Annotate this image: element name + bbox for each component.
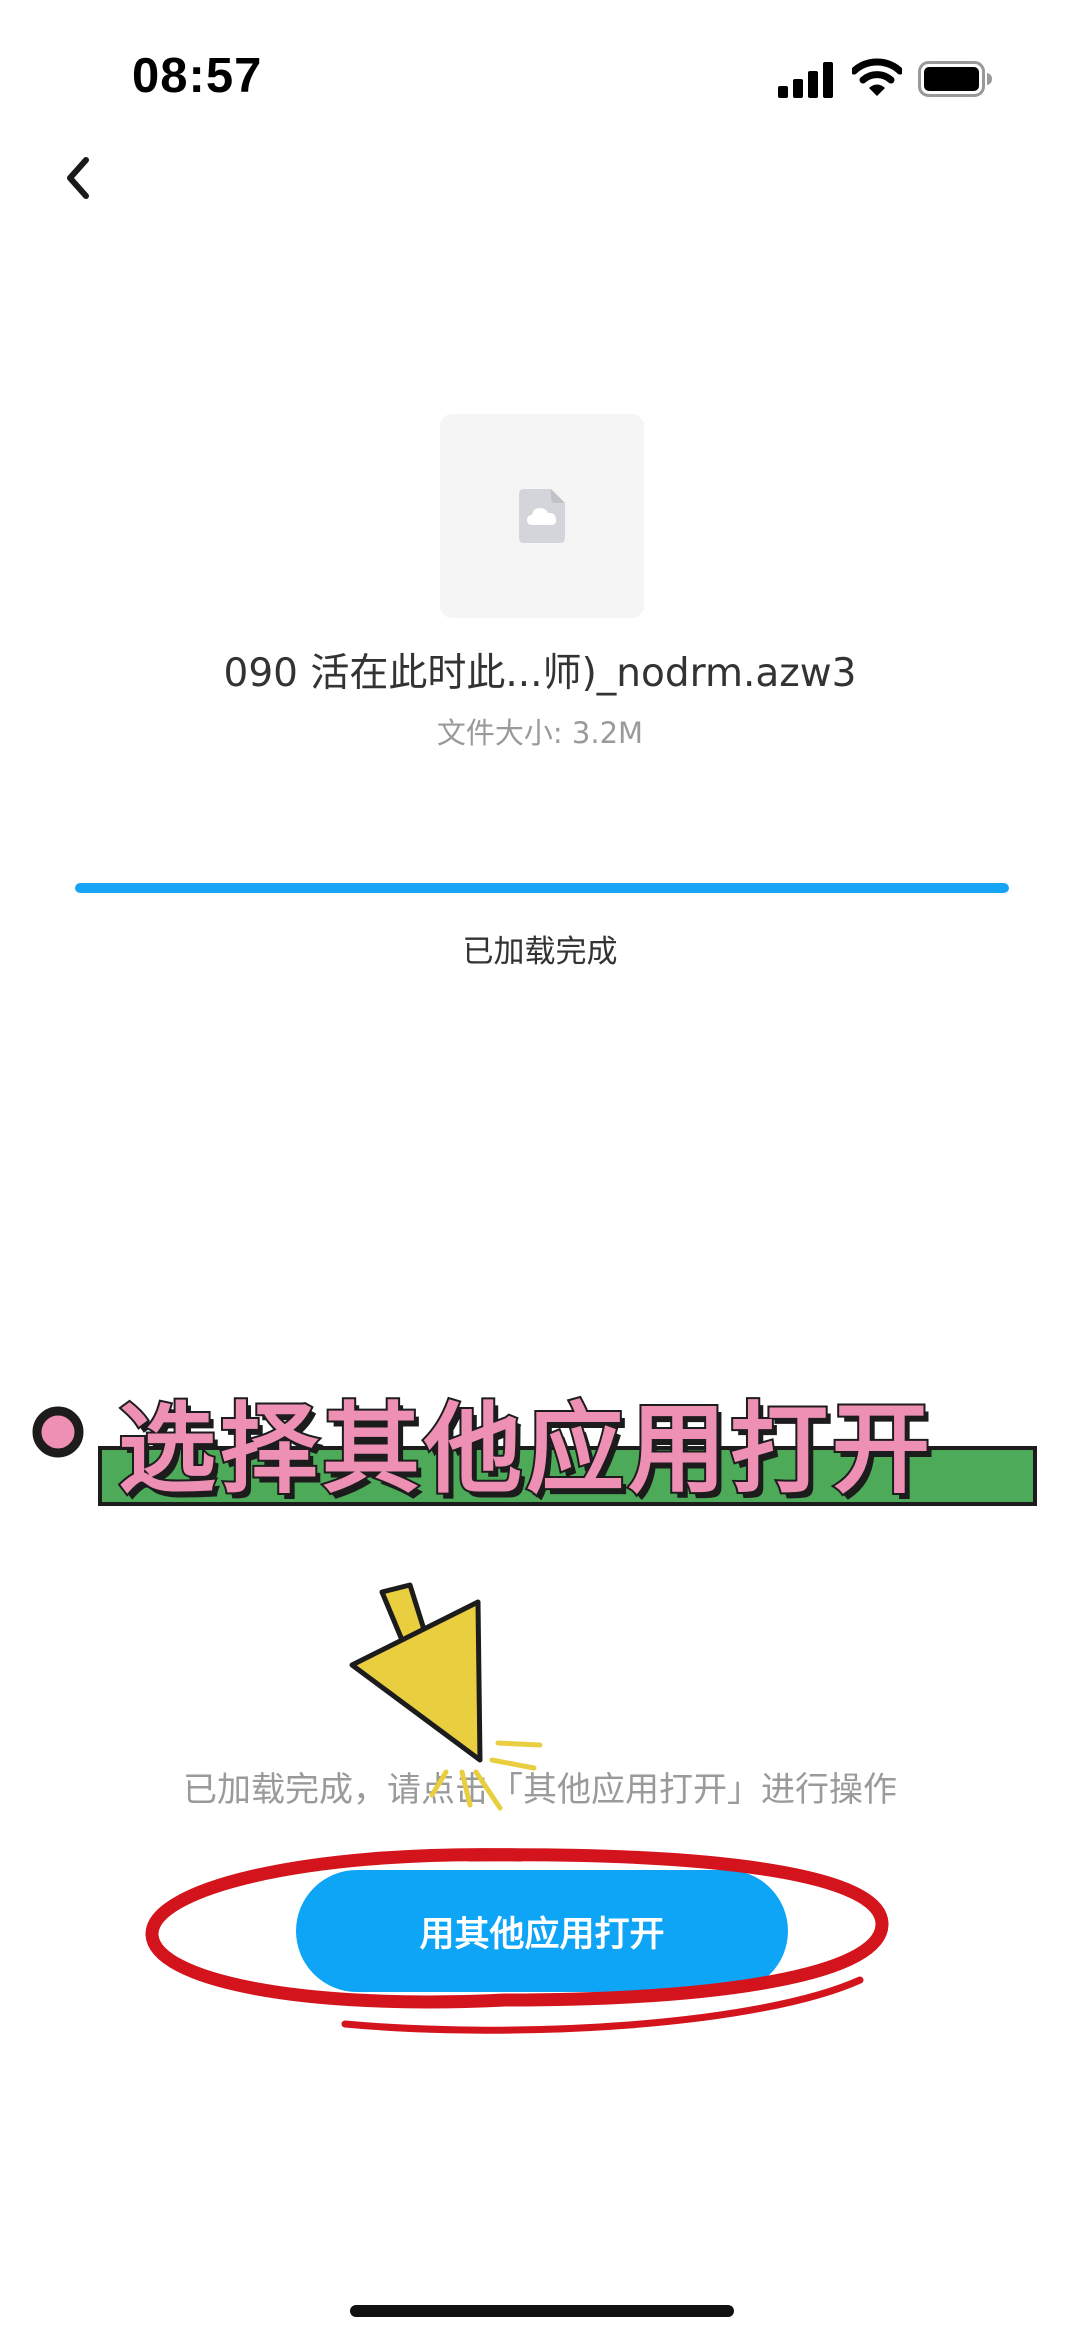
wifi-icon — [852, 58, 902, 96]
cloud-file-icon — [519, 489, 565, 543]
signal-icon — [778, 62, 833, 98]
file-name: 090 活在此时此...师)_nodrm.azw3 — [223, 651, 857, 696]
hint-text: 已加载完成，请点击「其他应用打开」进行操作 — [183, 1770, 897, 1810]
back-button[interactable] — [50, 148, 110, 208]
status-time: 08:57 — [132, 49, 263, 103]
battery-icon — [918, 61, 992, 97]
annotation-banner-text: 选择其他应用打开 — [116, 1391, 935, 1509]
load-status-text: 已加载完成 — [462, 934, 618, 970]
open-with-other-app-button[interactable]: 用其他应用打开 — [296, 1870, 788, 1992]
chevron-left-icon — [67, 157, 89, 199]
progress-bar — [75, 883, 1009, 893]
progress-fill — [75, 883, 1009, 893]
annotation-bullet-icon — [32, 1406, 84, 1458]
file-size: 文件大小: 3.2M — [436, 716, 644, 750]
home-indicator — [350, 2305, 734, 2317]
